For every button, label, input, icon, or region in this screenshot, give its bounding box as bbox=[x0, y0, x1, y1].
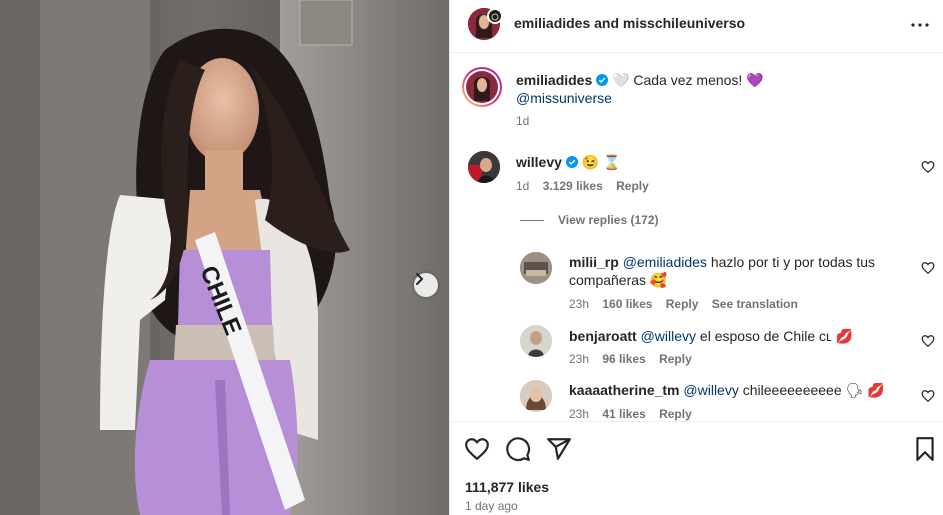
reply-reply-button[interactable]: Reply bbox=[659, 407, 692, 421]
post-modal: CHILE emiliadides and misschileuniverso … bbox=[0, 0, 943, 515]
comment-reply-button[interactable]: Reply bbox=[616, 179, 649, 193]
like-comment-heart-icon[interactable] bbox=[921, 160, 935, 174]
reply-username[interactable]: milii_rp bbox=[569, 254, 619, 270]
reply-time[interactable]: 23h bbox=[569, 407, 589, 421]
reply-avatar-milii[interactable] bbox=[520, 252, 552, 284]
reply: milii_rp @emiliadides hazlo por ti y por… bbox=[569, 253, 889, 289]
view-replies-line bbox=[520, 220, 544, 222]
caption-emoji-purple-heart: 💜 bbox=[746, 72, 764, 88]
caption-avatar[interactable] bbox=[462, 67, 502, 107]
comment-likes[interactable]: 3.129 likes bbox=[543, 179, 603, 193]
like-reply-heart-icon[interactable] bbox=[921, 389, 935, 403]
caption-avatar-image bbox=[466, 71, 498, 103]
post-photo[interactable]: CHILE bbox=[0, 0, 449, 515]
view-replies-button[interactable]: View replies (172) bbox=[520, 213, 659, 227]
reply-likes[interactable]: 41 likes bbox=[602, 407, 645, 421]
comment-meta: 1d 3.129 likes Reply bbox=[516, 179, 659, 193]
caption: emiliadides 🤍 Cada vez menos! 💜 @missuni… bbox=[516, 71, 916, 107]
comment-avatar-willevy[interactable] bbox=[468, 151, 500, 183]
caption-time[interactable]: 1d bbox=[516, 114, 529, 128]
reply-text: el esposo de Chile cʟ 💋 bbox=[699, 328, 853, 344]
caption-emoji-heart: 🤍 bbox=[612, 72, 630, 88]
reply-avatar-image bbox=[520, 325, 552, 357]
reply-likes[interactable]: 160 likes bbox=[602, 297, 652, 311]
caption-username[interactable]: emiliadides bbox=[516, 72, 592, 88]
reply-meta: 23h 96 likes Reply bbox=[569, 352, 702, 366]
post-panel: emiliadides and misschileuniverso emilia… bbox=[449, 0, 943, 515]
more-icon bbox=[911, 23, 929, 27]
reply-text-line2: compañeras 🥰 bbox=[569, 272, 668, 288]
reply-avatar-benjaroatt[interactable] bbox=[520, 325, 552, 357]
comment-avatar-image bbox=[468, 151, 500, 183]
share-icon[interactable] bbox=[546, 436, 572, 462]
like-heart-icon[interactable] bbox=[464, 436, 490, 462]
reply-mention[interactable]: @willevy bbox=[683, 382, 738, 398]
comment: willevy 😉 ⌛ bbox=[516, 153, 620, 171]
reply-meta: 23h 160 likes Reply See translation bbox=[569, 297, 808, 311]
reply-likes[interactable]: 96 likes bbox=[602, 352, 645, 366]
more-options-button[interactable] bbox=[910, 17, 930, 33]
post-actions: 111,877 likes 1 day ago bbox=[450, 421, 943, 515]
save-bookmark-icon[interactable] bbox=[912, 436, 938, 462]
caption-text: Cada vez menos! bbox=[633, 72, 743, 88]
next-image-button[interactable] bbox=[414, 273, 438, 297]
reply-username[interactable]: kaaaatherine_tm bbox=[569, 382, 680, 398]
comment-time[interactable]: 1d bbox=[516, 179, 529, 193]
reply: kaaaatherine_tm @willevy chileeeeeeeeee … bbox=[569, 381, 889, 399]
reply-reply-button[interactable]: Reply bbox=[666, 297, 699, 311]
reply-time[interactable]: 23h bbox=[569, 352, 589, 366]
reply-username[interactable]: benjaroatt bbox=[569, 328, 637, 344]
reply-text: chileeeeeeeeee 🗣 💋 bbox=[742, 382, 885, 398]
likes-count[interactable]: 111,877 likes bbox=[465, 479, 549, 495]
reply-avatar-kaaaatherine[interactable] bbox=[520, 380, 552, 412]
reply-mention[interactable]: @emiliadides bbox=[623, 254, 707, 270]
post-authors[interactable]: emiliadides and misschileuniverso bbox=[514, 15, 745, 31]
verified-badge-icon bbox=[565, 156, 578, 168]
reply-avatar-image bbox=[520, 252, 552, 284]
caption-mention[interactable]: @missuniverse bbox=[516, 90, 612, 106]
reply-meta: 23h 41 likes Reply bbox=[569, 407, 702, 421]
comment-text: 😉 ⌛ bbox=[581, 154, 621, 170]
reply-reply-button[interactable]: Reply bbox=[659, 352, 692, 366]
chevron-right-icon bbox=[416, 273, 423, 285]
comment-icon[interactable] bbox=[505, 436, 531, 462]
post-header: emiliadides and misschileuniverso bbox=[450, 0, 943, 53]
reply: benjaroatt @willevy el esposo de Chile c… bbox=[569, 327, 889, 345]
photo-illustration: CHILE bbox=[0, 0, 449, 515]
reply-avatar-image bbox=[520, 380, 552, 412]
see-translation-button[interactable]: See translation bbox=[712, 297, 798, 311]
like-reply-heart-icon[interactable] bbox=[921, 261, 935, 275]
verified-badge-icon bbox=[596, 74, 609, 86]
coauthor-avatar[interactable] bbox=[487, 8, 503, 24]
reply-text: hazlo por ti y por todas tus bbox=[710, 254, 876, 270]
coauthor-avatar-image bbox=[491, 13, 499, 21]
post-time[interactable]: 1 day ago bbox=[465, 499, 518, 513]
like-reply-heart-icon[interactable] bbox=[921, 334, 935, 348]
comment-username[interactable]: willevy bbox=[516, 154, 562, 170]
caption-meta: 1d bbox=[516, 114, 539, 128]
reply-mention[interactable]: @willevy bbox=[641, 328, 696, 344]
reply-time[interactable]: 23h bbox=[569, 297, 589, 311]
view-replies-label: View replies (172) bbox=[558, 213, 659, 227]
